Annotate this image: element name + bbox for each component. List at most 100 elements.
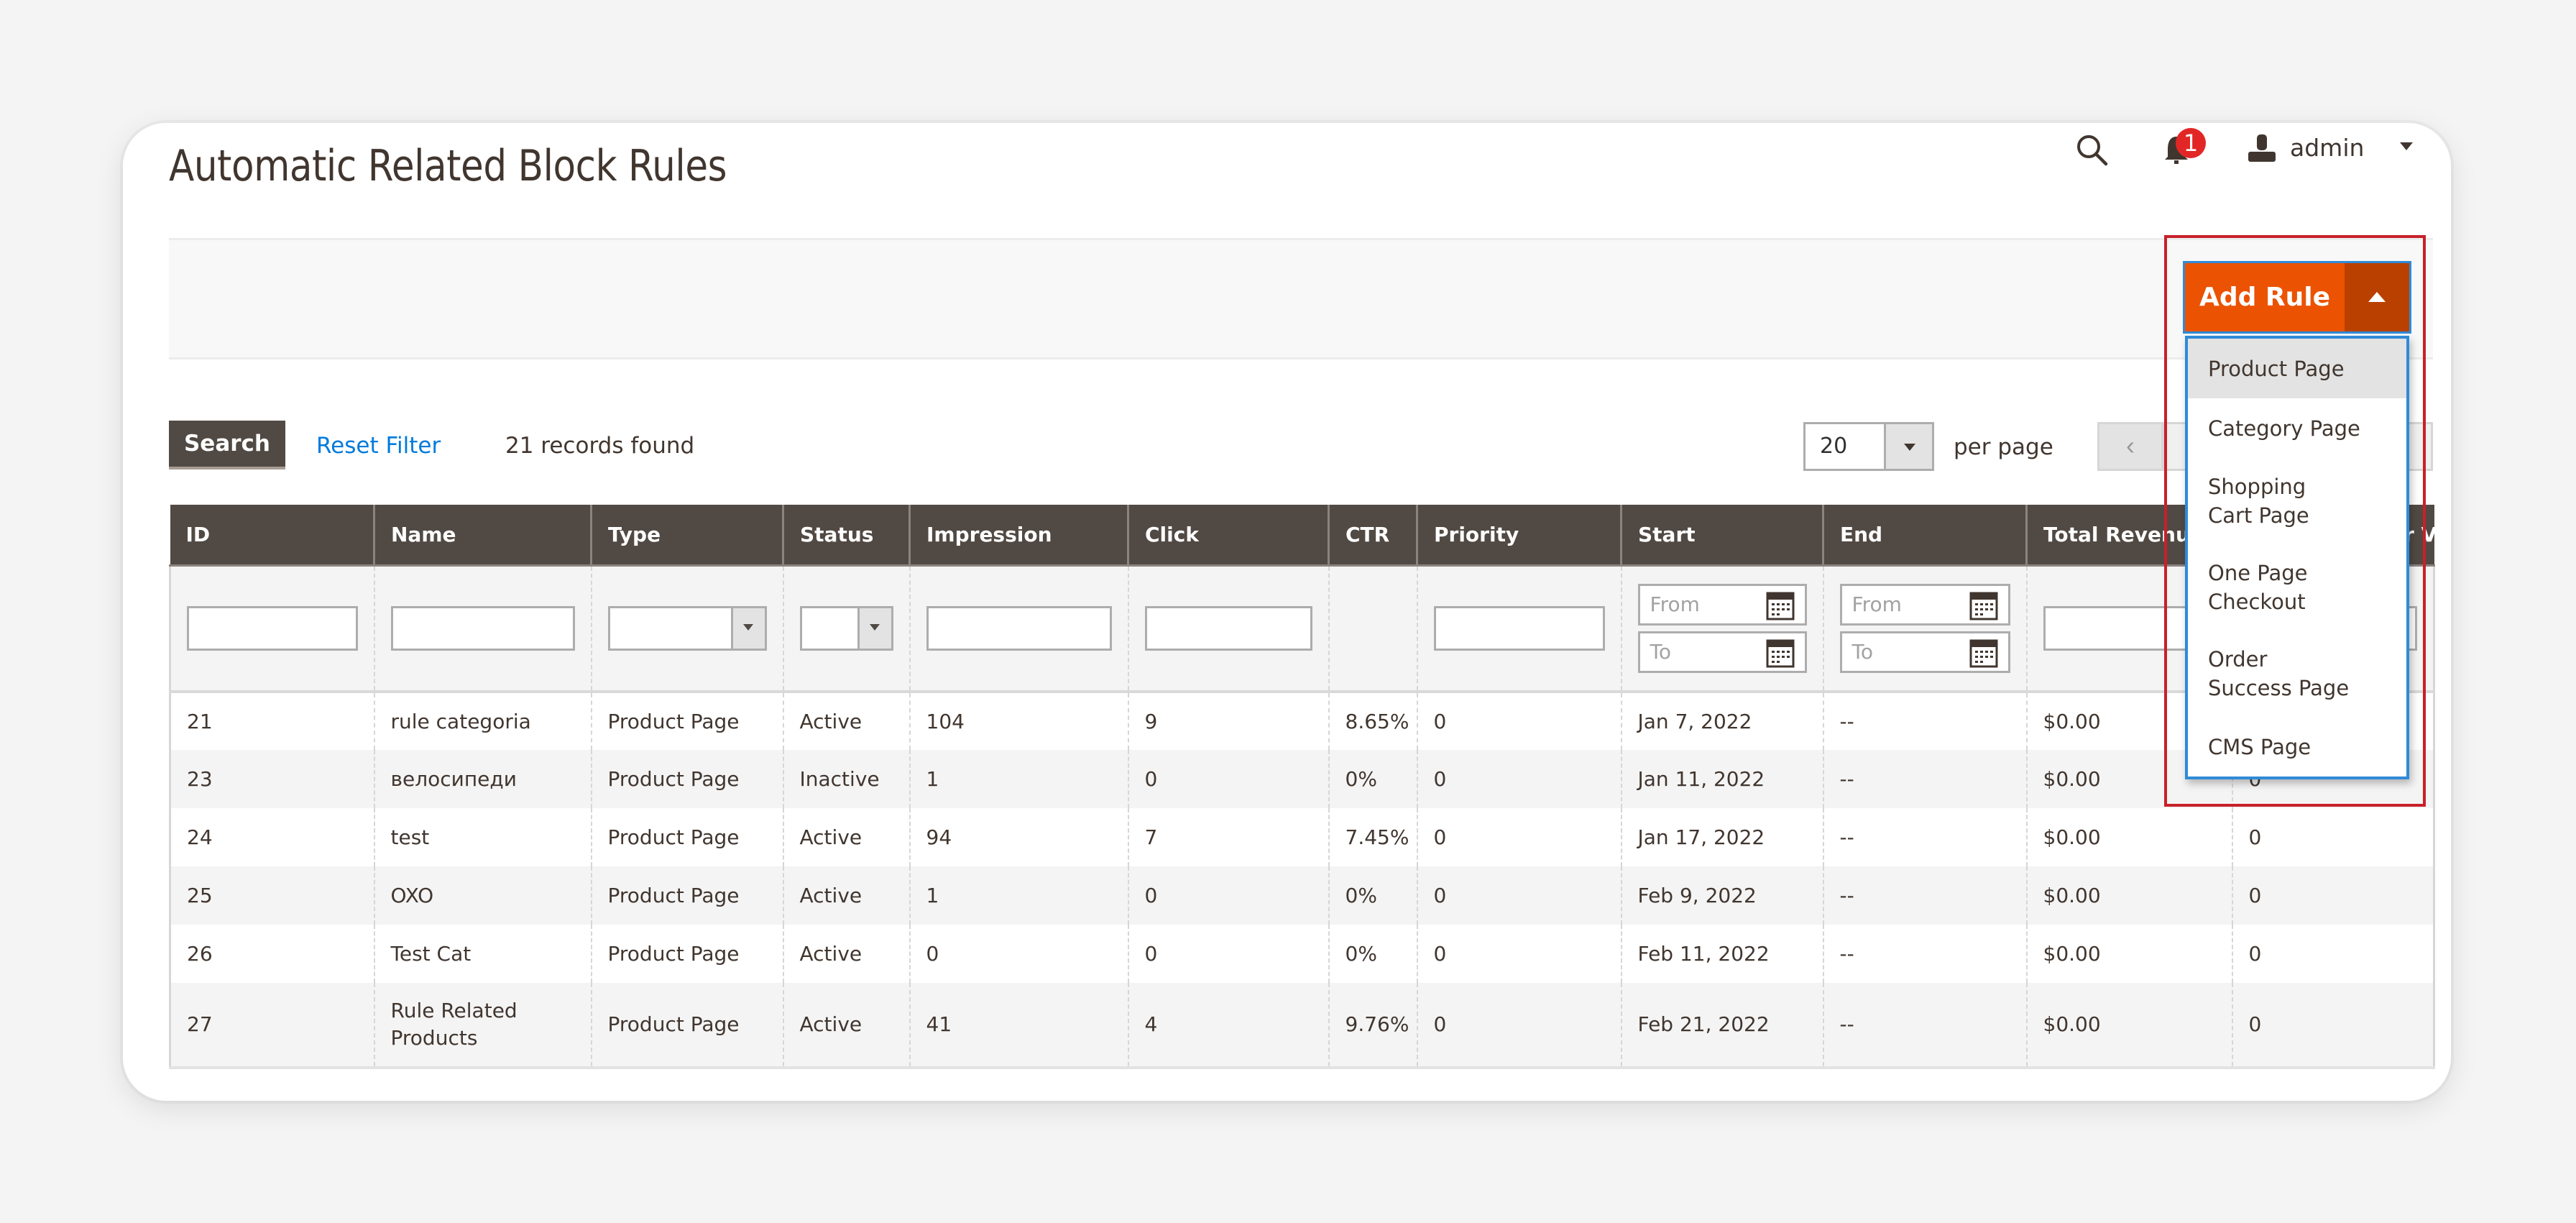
menu-item-category-page[interactable]: Category Page [2188, 398, 2406, 458]
page-title: Automatic Related Block Rules [169, 141, 727, 191]
calendar-icon[interactable] [1969, 589, 1998, 620]
table-header-row: ID Name Type Status Impression Click CTR… [170, 505, 2434, 567]
column-header-impression[interactable]: Impression [908, 505, 1128, 567]
cell-end: -- [1822, 808, 2027, 866]
cell-id: 24 [169, 808, 374, 866]
add-rule-split-button[interactable]: Add Rule [2183, 261, 2411, 334]
column-header-name[interactable]: Name [373, 505, 592, 567]
date-placeholder: From [1650, 592, 1700, 617]
cell-priority: 0 [1416, 808, 1622, 866]
cell-name: Rule Related Products [373, 983, 592, 1069]
cell-status: Active [782, 692, 910, 750]
filter-end-from[interactable]: From [1839, 583, 2010, 626]
cell-click: 7 [1127, 808, 1329, 866]
cell-name: велосипеди [373, 750, 592, 808]
column-header-type[interactable]: Type [590, 505, 783, 567]
cell-id: 27 [169, 983, 374, 1069]
cell-end: -- [1822, 925, 2027, 983]
filter-start-to[interactable]: To [1637, 631, 1807, 673]
table-row[interactable]: 21 rule categoria Product Page Active 104 9 8.… [169, 692, 2435, 750]
cell-start: Feb 21, 2022 [1620, 983, 1823, 1069]
menu-item-order-success-page[interactable]: Order Success Page [2188, 631, 2372, 717]
cell-impression: 41 [908, 983, 1128, 1069]
menu-item-cms-page[interactable]: CMS Page [2188, 717, 2406, 777]
search-icon[interactable] [2075, 133, 2108, 166]
per-page-value: 20 [1820, 434, 1848, 459]
column-header-status[interactable]: Status [782, 505, 910, 567]
cell-end: -- [1822, 692, 2027, 750]
column-header-ctr[interactable]: CTR [1328, 505, 1417, 567]
date-placeholder: From [1852, 592, 1902, 617]
cell-type: Product Page [590, 925, 783, 983]
cell-name: OXO [373, 866, 592, 925]
filter-end-to[interactable]: To [1839, 631, 2010, 673]
previous-page-button[interactable]: ‹ [2097, 422, 2163, 471]
add-rule-dropdown-menu: Product Page Category Page Shopping Cart… [2185, 336, 2409, 779]
cell-impression: 1 [908, 750, 1128, 808]
user-name[interactable]: admin [2290, 134, 2364, 162]
cell-id: 21 [169, 692, 374, 750]
cell-status: Active [782, 866, 910, 925]
cell-type: Product Page [590, 866, 783, 925]
reset-filter-link[interactable]: Reset Filter [316, 433, 441, 459]
caret-up-icon[interactable] [2345, 263, 2409, 331]
menu-item-shopping-cart-page[interactable]: Shopping Cart Page [2188, 458, 2372, 544]
filter-impression-input[interactable] [926, 605, 1112, 651]
menu-item-product-page[interactable]: Product Page [2188, 339, 2406, 398]
caret-down-icon[interactable] [2400, 142, 2413, 150]
column-header-id[interactable]: ID [170, 505, 374, 567]
cell-priority: 0 [1416, 750, 1622, 808]
cell-start: Feb 9, 2022 [1620, 866, 1823, 925]
filter-click-input[interactable] [1144, 605, 1312, 651]
cell-priority: 0 [1416, 983, 1622, 1069]
cell-id: 26 [169, 925, 374, 983]
column-header-end[interactable]: End [1822, 505, 2027, 567]
cell-status: Active [782, 925, 910, 983]
cell-type: Product Page [590, 983, 783, 1069]
cell-start: Feb 11, 2022 [1620, 925, 1823, 983]
cell-ctr: 8.65% [1328, 692, 1417, 750]
cell-revenue: $0.00 [2025, 866, 2232, 925]
cell-end: -- [1822, 983, 2027, 1069]
cell-name: test [373, 808, 592, 866]
cell-end: -- [1822, 866, 2027, 925]
calendar-icon[interactable] [1766, 636, 1795, 668]
cell-name: rule categoria [373, 692, 592, 750]
notification-count-badge[interactable]: 1 [2176, 128, 2206, 158]
cell-type: Product Page [590, 692, 783, 750]
cell-id: 25 [169, 866, 374, 925]
per-page-select[interactable]: 20 [1803, 422, 1934, 471]
calendar-icon[interactable] [1969, 636, 1998, 668]
search-button[interactable]: Search [169, 421, 285, 469]
column-header-priority[interactable]: Priority [1416, 505, 1622, 567]
filter-priority-input[interactable] [1433, 605, 1605, 651]
calendar-icon[interactable] [1766, 589, 1795, 620]
table-row[interactable]: 23 велосипеди Product Page Inactive 1 0 0% 0 Jan… [169, 750, 2435, 808]
add-rule-button[interactable]: Add Rule [2185, 263, 2345, 331]
table-row[interactable]: 27 Rule Related Products Product Page Activ… [169, 983, 2435, 1069]
table-row[interactable]: 24 test Product Page Active 94 7 7.45% 0 Jan 17,… [169, 808, 2435, 866]
menu-item-one-page-checkout[interactable]: One Page Checkout [2188, 544, 2358, 631]
cell-aov: 0 [2231, 866, 2435, 925]
column-header-start[interactable]: Start [1620, 505, 1823, 567]
table-row[interactable]: 25 OXO Product Page Active 1 0 0% 0 Feb 9, 2022-… [169, 866, 2435, 925]
cell-ctr: 0% [1328, 750, 1417, 808]
filter-ctr-empty [1328, 565, 1417, 693]
cell-start: Jan 7, 2022 [1620, 692, 1823, 750]
chevron-down-icon[interactable] [857, 608, 891, 649]
filter-type-select[interactable] [607, 605, 767, 651]
cell-impression: 1 [908, 866, 1128, 925]
cell-name: Test Cat [373, 925, 592, 983]
cell-status: Active [782, 983, 910, 1069]
filter-status-select[interactable] [799, 605, 893, 651]
date-placeholder: To [1852, 640, 1873, 664]
cell-ctr: 9.76% [1328, 983, 1417, 1069]
filter-name-input[interactable] [390, 605, 575, 651]
user-icon[interactable] [2247, 133, 2277, 163]
chevron-down-icon[interactable] [1884, 424, 1932, 469]
column-header-click[interactable]: Click [1127, 505, 1329, 567]
filter-id-input[interactable] [187, 605, 358, 651]
table-row[interactable]: 26 Test Cat Product Page Active 0 0 0% 0 Feb 11,… [169, 925, 2435, 983]
filter-start-from[interactable]: From [1637, 583, 1807, 626]
chevron-down-icon[interactable] [730, 608, 765, 649]
